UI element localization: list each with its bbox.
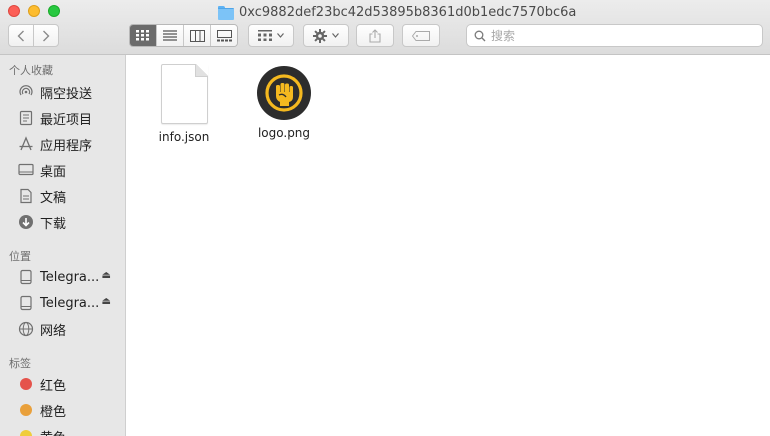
share-icon (369, 28, 381, 43)
window-toolbar: 0xc9882def23bc42d53895b8361d0b1edc7570bc… (0, 0, 770, 55)
sidebar-item-label: Telegra... (40, 295, 100, 311)
disk-icon (18, 269, 34, 285)
locations-header: 位置 (9, 250, 31, 263)
forward-button[interactable] (34, 25, 58, 46)
sidebar-item-label: 网络 (40, 323, 67, 339)
back-forward-control (8, 24, 59, 47)
minimize-window-button[interactable] (28, 5, 40, 17)
gear-icon (313, 28, 327, 43)
view-mode-control (129, 24, 238, 47)
fullscreen-window-button[interactable] (48, 5, 60, 17)
sidebar-item-documents[interactable]: 文稿 (0, 184, 125, 208)
sidebar-item-tag-orange[interactable]: 橙色 (0, 398, 125, 422)
airdrop-icon (18, 84, 34, 100)
window-title-text: 0xc9882def23bc42d53895b8361d0b1edc7570bc… (239, 4, 577, 20)
red-tag-dot (20, 378, 32, 390)
sidebar-item-label: 橙色 (40, 404, 67, 420)
file-browser-area[interactable]: info.json logo.png (127, 55, 770, 436)
sidebar-item-tag-yellow[interactable]: 黄色 (0, 424, 125, 436)
orange-tag-dot (20, 404, 32, 416)
disk-icon (18, 295, 34, 311)
grid-icon (136, 30, 149, 41)
favorites-header: 个人收藏 (9, 64, 53, 77)
sidebar-item-network[interactable]: 网络 (0, 317, 125, 341)
sidebar-item-label: 下载 (40, 216, 67, 232)
window-title: 0xc9882def23bc42d53895b8361d0b1edc7570bc… (218, 3, 576, 21)
tag-icon (412, 30, 430, 41)
yellow-tag-dot (20, 430, 32, 436)
applications-icon (18, 136, 34, 152)
chevron-down-icon (332, 33, 339, 38)
desktop-icon (18, 162, 34, 178)
sidebar-item-airdrop[interactable]: 隔空投送 (0, 80, 125, 104)
file-item[interactable]: info.json (139, 64, 229, 144)
chevron-left-icon (17, 30, 24, 41)
sidebar-item-downloads[interactable]: 下载 (0, 210, 125, 234)
network-icon (18, 321, 34, 337)
file-name: logo.png (257, 126, 311, 140)
sidebar-item-label: 黄色 (40, 427, 66, 436)
file-name: info.json (158, 130, 210, 144)
icon-view-button[interactable] (130, 25, 156, 46)
tags-header: 标签 (9, 357, 31, 370)
sidebar-item-label: 文稿 (40, 190, 67, 206)
sidebar-item-label: 红色 (40, 378, 67, 394)
chevron-down-icon (277, 33, 284, 38)
recents-icon (18, 110, 34, 126)
fist-logo-icon (257, 66, 311, 120)
sidebar-item-desktop[interactable]: 桌面 (0, 158, 125, 182)
share-button[interactable] (356, 24, 394, 47)
search-input[interactable] (491, 28, 751, 43)
search-icon (474, 30, 486, 41)
sidebar-item-label: Telegra... (40, 269, 100, 285)
eject-icon[interactable]: ⏏ (102, 270, 111, 281)
file-item[interactable]: logo.png (239, 66, 329, 140)
sidebar: 个人收藏 隔空投送 最近项目 应用程序 桌面 文稿 下载 位置 Telegra.… (0, 55, 126, 436)
sidebar-item-label: 最近项目 (40, 112, 93, 128)
close-window-button[interactable] (8, 5, 20, 17)
sidebar-item-disk-2[interactable]: Telegra... ⏏ (0, 291, 125, 315)
column-view-button[interactable] (183, 25, 210, 46)
arrange-icon (258, 30, 272, 41)
sidebar-item-recents[interactable]: 最近项目 (0, 106, 125, 130)
json-document-icon (160, 64, 208, 124)
sidebar-item-disk-1[interactable]: Telegra... ⏏ (0, 265, 125, 289)
edit-tags-button[interactable] (402, 24, 440, 47)
sidebar-item-tag-red[interactable]: 红色 (0, 372, 125, 396)
sidebar-item-label: 桌面 (40, 164, 67, 180)
columns-icon (189, 29, 205, 42)
list-view-button[interactable] (156, 25, 183, 46)
chevron-right-icon (43, 30, 50, 41)
gallery-view-button[interactable] (210, 25, 237, 46)
documents-icon (18, 188, 34, 204)
action-menu-button[interactable] (303, 24, 349, 47)
sidebar-item-label: 隔空投送 (40, 86, 93, 102)
back-button[interactable] (9, 25, 33, 46)
sidebar-item-applications[interactable]: 应用程序 (0, 132, 125, 156)
downloads-icon (18, 214, 34, 230)
group-by-button[interactable] (248, 24, 294, 47)
sidebar-item-label: 应用程序 (40, 138, 93, 154)
search-field[interactable] (466, 24, 763, 47)
gallery-icon (216, 29, 232, 41)
folder-icon (218, 5, 234, 20)
list-icon (163, 30, 177, 41)
eject-icon[interactable]: ⏏ (102, 296, 111, 307)
